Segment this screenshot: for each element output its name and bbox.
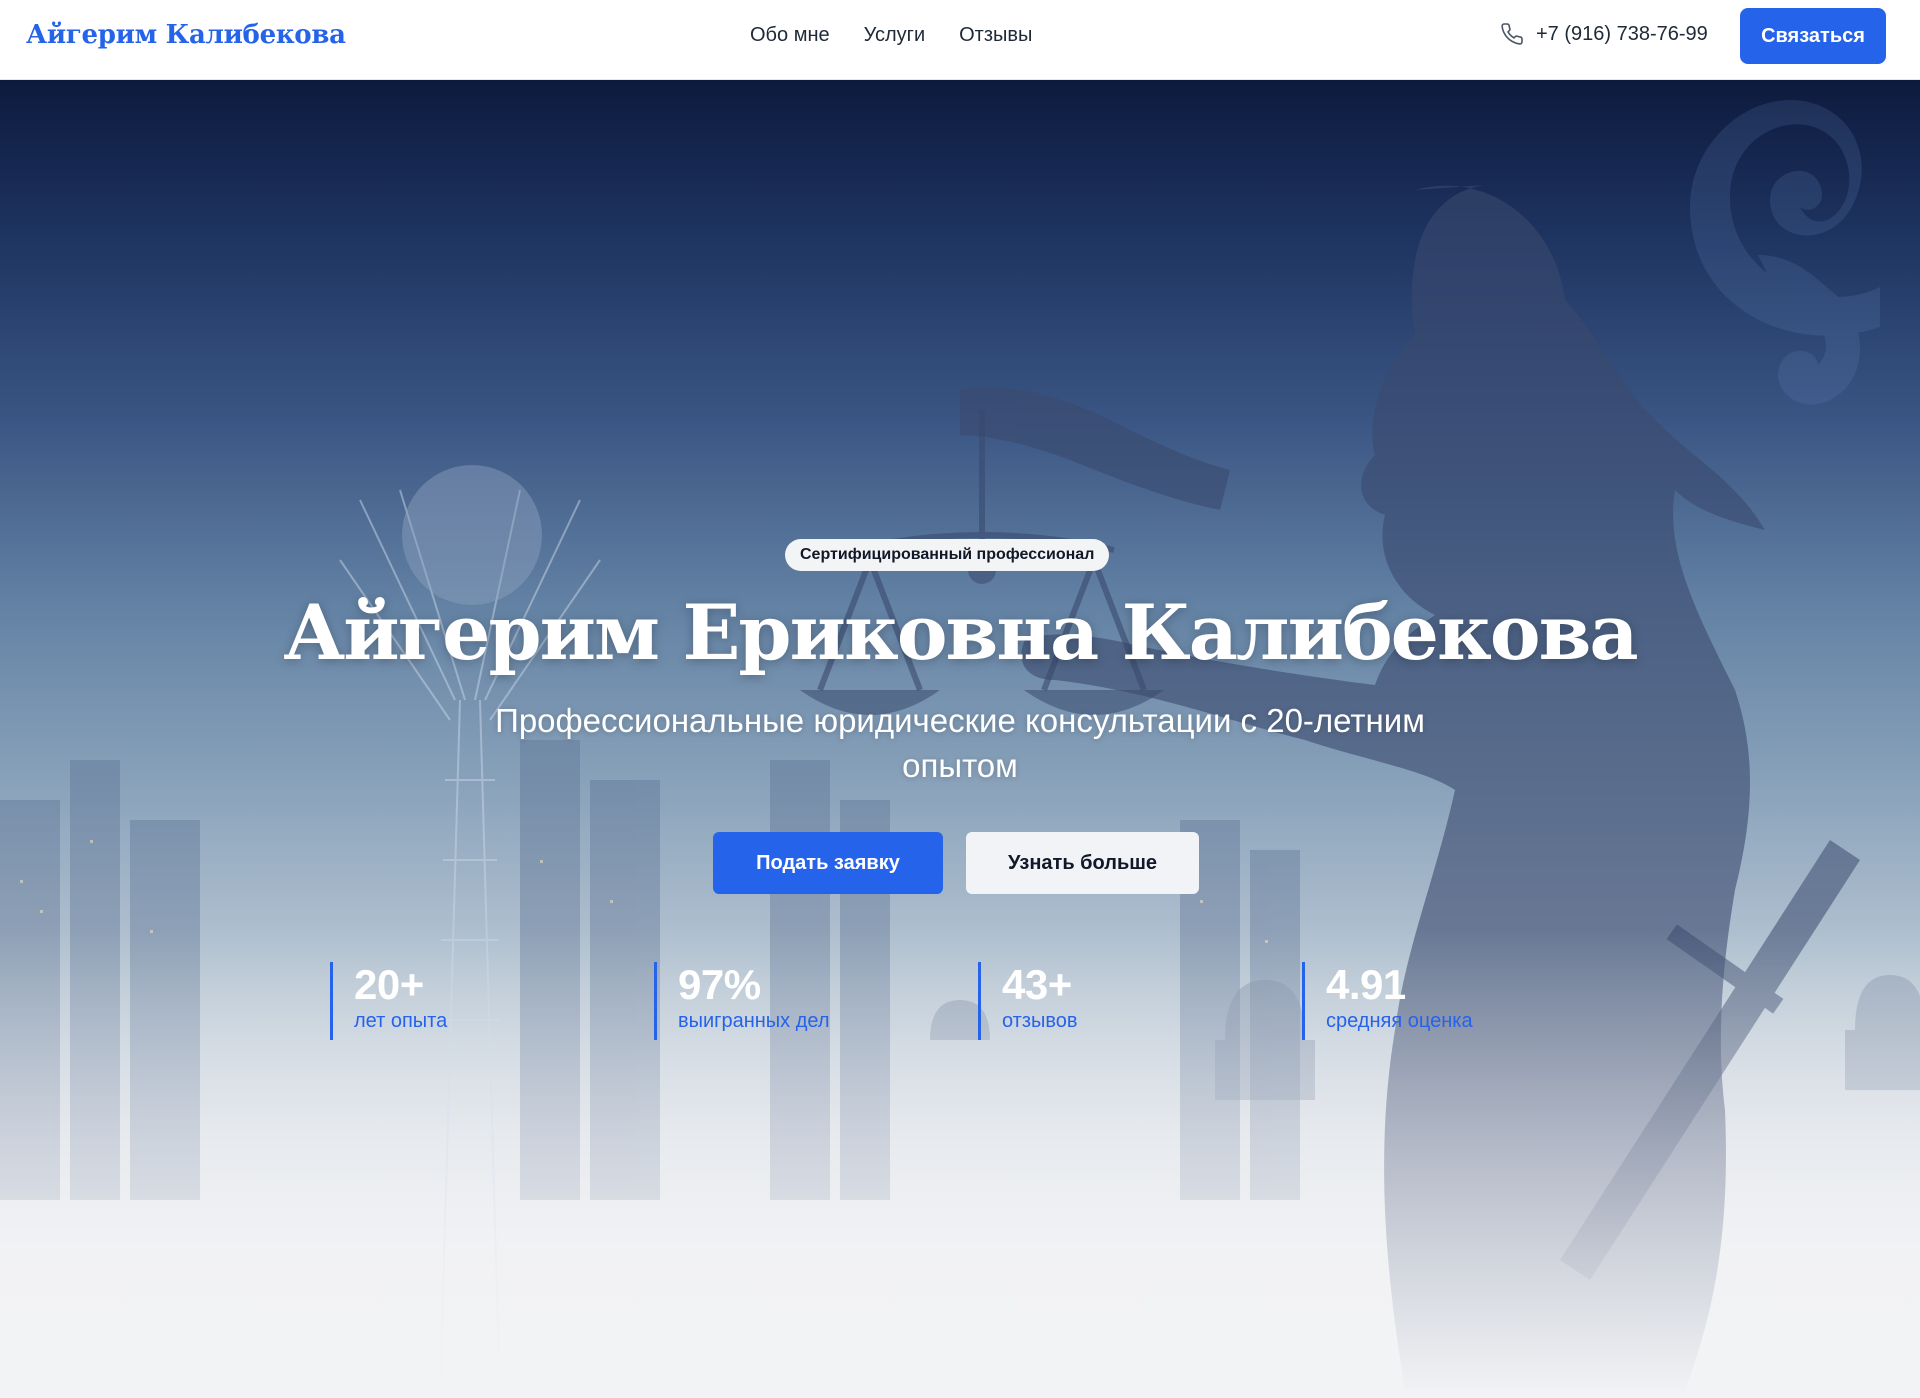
stat-value: 97%	[678, 961, 761, 1008]
stat-reviews: 43+ отзывов	[978, 962, 1078, 1040]
phone-icon	[1500, 22, 1524, 46]
stat-value: 20+	[354, 961, 424, 1008]
certified-badge: Сертифицированный профессионал	[785, 539, 1110, 571]
submit-request-button[interactable]: Подать заявку	[713, 832, 943, 894]
site-header: Айгерим Калибекова Обо мне Услуги Отзывы…	[0, 0, 1920, 80]
learn-more-button[interactable]: Узнать больше	[966, 832, 1199, 894]
nav-item-services[interactable]: Услуги	[864, 24, 926, 47]
stat-label: выигранных дел	[678, 1010, 830, 1032]
main-nav: Обо мне Услуги Отзывы	[750, 24, 1032, 47]
hero-section: Сертифицированный профессионал Айгерим Е…	[0, 80, 1920, 1398]
stat-value: 43+	[1002, 961, 1072, 1008]
phone-number: +7 (916) 738-76-99	[1536, 22, 1708, 45]
stat-rating: 4.91 средняя оценка	[1302, 962, 1473, 1040]
stat-label: лет опыта	[354, 1010, 448, 1032]
stat-value: 4.91	[1326, 961, 1406, 1008]
stat-experience: 20+ лет опыта	[330, 962, 447, 1040]
nav-item-reviews[interactable]: Отзывы	[959, 24, 1032, 47]
stat-won-cases: 97% выигранных дел	[654, 962, 830, 1040]
stat-label: средняя оценка	[1326, 1010, 1473, 1032]
hero-title: Айгерим Ериковна Калибекова	[283, 588, 1638, 677]
hero-subtitle: Профессиональные юридические консультаци…	[495, 702, 1425, 784]
contact-button[interactable]: Связаться	[1740, 8, 1886, 64]
nav-item-about[interactable]: Обо мне	[750, 24, 830, 47]
phone-link[interactable]: +7 (916) 738-76-99	[1500, 22, 1708, 46]
site-logo[interactable]: Айгерим Калибекова	[26, 20, 346, 50]
stat-label: отзывов	[1002, 1010, 1078, 1032]
